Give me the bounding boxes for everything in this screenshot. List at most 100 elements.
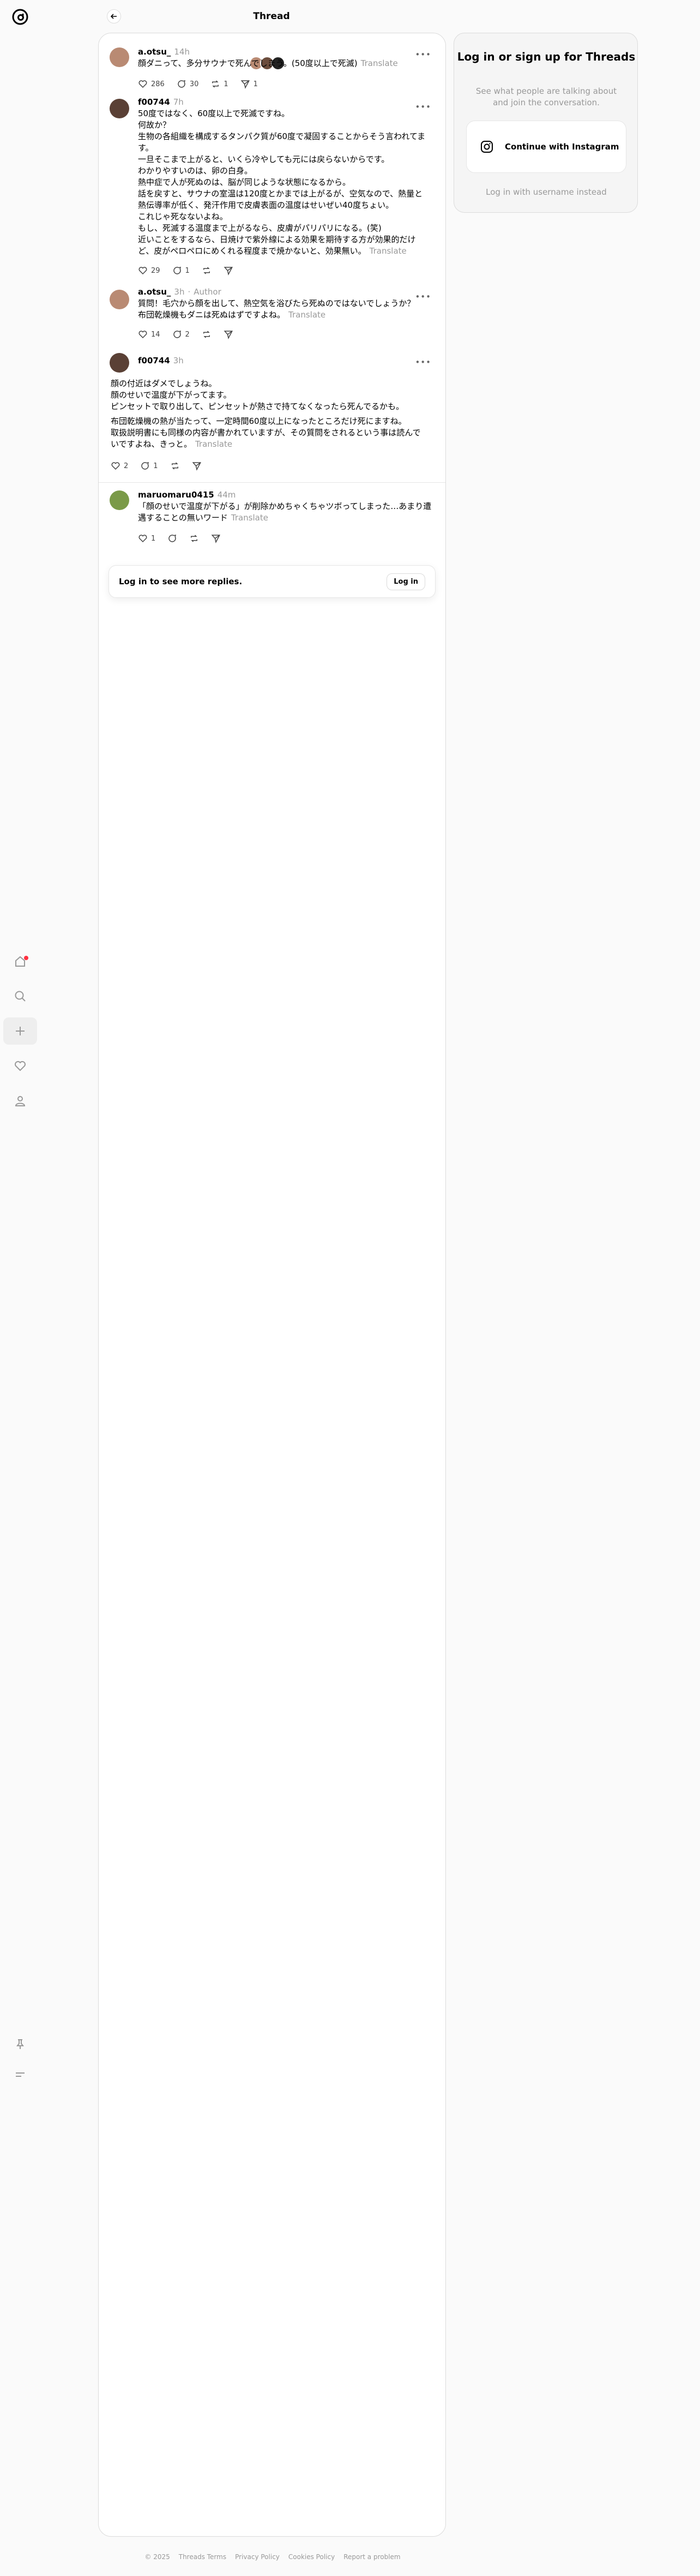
avatar[interactable] <box>110 353 129 373</box>
repost-button[interactable] <box>202 330 212 339</box>
send-icon <box>192 462 201 471</box>
instagram-button-label: Continue with Instagram <box>505 142 619 152</box>
nav-profile[interactable] <box>3 1087 37 1115</box>
login-banner: Log in to see more replies. Log in <box>108 565 436 598</box>
instagram-icon <box>481 141 493 153</box>
login-banner-text: Log in to see more replies. <box>119 577 243 586</box>
reply-button[interactable] <box>167 534 177 543</box>
share-button[interactable] <box>211 534 221 543</box>
avatar[interactable] <box>110 290 129 309</box>
heart-icon <box>138 331 147 339</box>
reply-button[interactable]: 1 <box>140 461 158 471</box>
like-button[interactable]: 1 <box>138 534 155 543</box>
notification-dot <box>24 956 28 960</box>
post-text: 顔ダニって、多分サウナで死んでしまう。(50度以上で死滅) Translate <box>138 58 398 68</box>
translate-link[interactable]: Translate <box>370 246 407 256</box>
translate-link[interactable]: Translate <box>231 513 268 523</box>
more-options-icon[interactable]: ••• <box>415 357 431 367</box>
translate-link[interactable]: Translate <box>361 58 398 68</box>
repost-button[interactable] <box>189 534 199 543</box>
comment-icon <box>173 330 181 338</box>
nav-search[interactable] <box>3 983 37 1010</box>
username-login-link[interactable]: Log in with username instead <box>454 187 638 197</box>
reply-button[interactable]: 1 <box>172 266 190 275</box>
nav-home[interactable] <box>3 948 37 975</box>
post-actions: 2 1 <box>111 461 202 471</box>
reply-button[interactable]: 2 <box>172 330 190 339</box>
like-button[interactable]: 14 <box>138 330 160 339</box>
share-button[interactable] <box>224 330 233 339</box>
post-actions: 1 <box>138 534 432 543</box>
like-button[interactable]: 286 <box>138 79 165 89</box>
timestamp: 44m <box>217 490 236 500</box>
nav-create[interactable] <box>3 1017 37 1045</box>
timestamp: 3h <box>174 287 185 297</box>
menu-icon <box>16 2072 25 2077</box>
nav-activity[interactable] <box>3 1052 37 1080</box>
pin-icon <box>16 2039 24 2049</box>
sidebar <box>0 0 41 2576</box>
page-title: Thread <box>253 11 290 22</box>
terms-link[interactable]: Threads Terms <box>179 2553 226 2561</box>
login-button[interactable]: Log in <box>387 573 425 590</box>
heart-icon <box>138 80 147 88</box>
username[interactable]: a.otsu_ <box>138 47 171 57</box>
comment-icon <box>178 80 185 88</box>
translate-link[interactable]: Translate <box>195 439 232 449</box>
repost-button[interactable] <box>170 461 180 471</box>
divider <box>99 482 445 483</box>
repost-icon <box>171 462 178 470</box>
nav-pin[interactable] <box>3 2030 37 2058</box>
share-button[interactable] <box>192 461 202 471</box>
thread-header: Thread <box>98 0 445 33</box>
send-icon <box>211 535 221 543</box>
author-badge: Author <box>194 287 221 297</box>
more-options-icon[interactable]: ••• <box>415 50 431 59</box>
heart-icon <box>138 535 147 543</box>
username[interactable]: f00744 <box>138 356 170 366</box>
post-text: 質問！毛穴から顔を出して、熱空気を浴びたら死ぬのではないでしょうか？ 布団乾燥機… <box>138 298 415 320</box>
repost-button[interactable] <box>202 266 212 275</box>
more-options-icon[interactable]: ••• <box>415 102 431 112</box>
copyright: © 2025 <box>144 2553 170 2561</box>
more-options-icon[interactable]: ••• <box>415 292 431 302</box>
heart-icon <box>15 1061 26 1071</box>
avatar[interactable] <box>110 99 129 118</box>
repost-icon <box>203 331 210 338</box>
timestamp: 14h <box>174 47 190 57</box>
post-actions: 29 1 <box>138 266 427 275</box>
like-button[interactable]: 29 <box>138 266 160 275</box>
back-button[interactable] <box>107 9 121 23</box>
threads-logo-icon[interactable] <box>11 8 29 26</box>
send-icon <box>224 331 233 339</box>
share-button[interactable]: 1 <box>240 79 258 89</box>
repost-button[interactable]: 1 <box>210 79 228 89</box>
translate-link[interactable]: Translate <box>288 310 325 320</box>
continue-with-instagram-button[interactable]: Continue with Instagram <box>466 121 626 173</box>
nav-menu[interactable] <box>3 2061 37 2088</box>
avatar[interactable] <box>110 47 129 67</box>
report-problem-link[interactable]: Report a problem <box>343 2553 400 2561</box>
username[interactable]: a.otsu_ <box>138 287 171 297</box>
send-icon <box>224 267 233 275</box>
login-panel-title: Log in or sign up for Threads <box>457 50 636 63</box>
post-actions: 14 2 <box>138 330 427 339</box>
username[interactable]: maruomaru0415 <box>138 490 214 500</box>
privacy-link[interactable]: Privacy Policy <box>235 2553 280 2561</box>
login-panel: Log in or sign up for Threads See what p… <box>454 33 638 213</box>
share-button[interactable] <box>224 266 233 275</box>
timestamp: 3h <box>173 356 184 366</box>
avatar[interactable] <box>110 490 129 510</box>
thread-card: a.otsu_ 14h 顔ダニって、多分サウナで死んでしまう。(50度以上で死滅)… <box>98 33 446 2537</box>
post-text: 「顔のせいで温度が下がる」が削除かめちゃくちゃツボってしまった…あまり遭遇するこ… <box>138 501 432 523</box>
cookies-link[interactable]: Cookies Policy <box>288 2553 335 2561</box>
send-icon <box>240 80 250 89</box>
comment-icon <box>168 534 177 542</box>
post-text: 50度ではなく、60度以上で死滅ですね。 何故か？ 生物の各組織を構成するタンパ… <box>138 109 426 256</box>
comment-icon <box>141 462 149 470</box>
username[interactable]: f00744 <box>138 97 170 107</box>
reply-button[interactable]: 30 <box>177 79 198 89</box>
comment-icon <box>173 266 181 274</box>
like-button[interactable]: 2 <box>111 461 128 471</box>
timestamp: 7h <box>173 97 184 107</box>
